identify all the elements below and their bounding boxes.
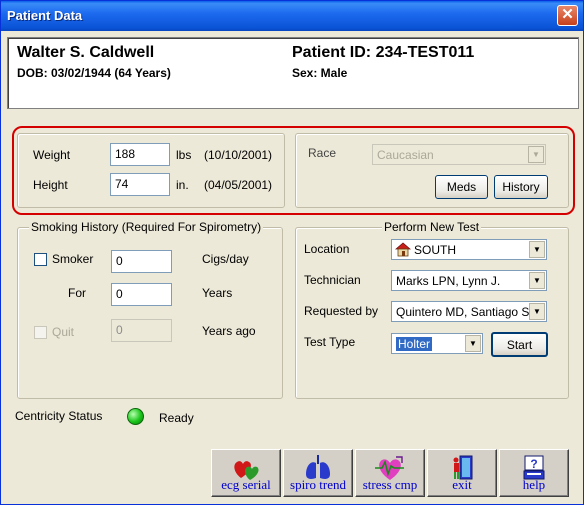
exit-label: exit xyxy=(452,477,472,492)
perform-test-group: Perform New Test Location SOUTH ▼ Techni… xyxy=(295,220,569,399)
exit-button[interactable]: exit xyxy=(427,449,497,497)
requested-by-value: Quintero MD, Santiago S xyxy=(396,305,530,319)
centricity-status-label: Centricity Status xyxy=(15,409,103,423)
cigs-per-day-unit: Cigs/day xyxy=(202,252,249,266)
cigs-per-day-field[interactable]: 0 xyxy=(111,250,172,273)
smoking-history-group: Smoking History (Required For Spirometry… xyxy=(17,220,283,399)
patient-id: Patient ID: 234-TEST011 xyxy=(292,44,475,61)
quit-years-unit: Years ago xyxy=(202,324,256,338)
technician-select[interactable]: Marks LPN, Lynn J. ▼ xyxy=(391,270,547,291)
ecg-serial-label: ecg serial xyxy=(221,477,271,492)
help-button[interactable]: ? help xyxy=(499,449,569,497)
patient-header: Walter S. Caldwell DOB: 03/02/1944 (64 Y… xyxy=(7,37,579,109)
title-bar[interactable]: Patient Data ✕ xyxy=(1,1,583,31)
patient-name: Walter S. Caldwell xyxy=(17,44,155,61)
test-type-select[interactable]: Holter ▼ xyxy=(391,333,483,354)
stress-cmp-button[interactable]: stress cmp xyxy=(355,449,425,497)
status-indicator-icon xyxy=(127,408,144,425)
quit-label: Quit xyxy=(52,325,75,339)
spiro-trend-button[interactable]: spiro trend xyxy=(283,449,353,497)
smoking-history-legend: Smoking History (Required For Spirometry… xyxy=(29,220,264,234)
technician-label: Technician xyxy=(304,273,361,287)
patient-data-window: Patient Data ✕ Walter S. Caldwell DOB: 0… xyxy=(0,0,584,505)
window-title: Patient Data xyxy=(7,8,83,23)
highlight-outline xyxy=(12,126,575,215)
smoker-checkbox[interactable] xyxy=(34,253,47,266)
centricity-status-value: Ready xyxy=(159,411,194,425)
smoker-label[interactable]: Smoker xyxy=(52,252,93,266)
requested-by-label: Requested by xyxy=(304,304,379,318)
chevron-down-icon[interactable]: ▼ xyxy=(529,272,545,289)
house-icon xyxy=(394,242,412,259)
close-icon: ✕ xyxy=(561,6,574,23)
location-label: Location xyxy=(304,242,350,256)
chevron-down-icon[interactable]: ▼ xyxy=(465,335,481,352)
chevron-down-icon[interactable]: ▼ xyxy=(529,303,545,320)
smoking-years-unit: Years xyxy=(202,286,233,300)
patient-sex: Sex: Male xyxy=(292,66,348,80)
close-button[interactable]: ✕ xyxy=(557,5,578,26)
smoking-years-field[interactable]: 0 xyxy=(111,283,172,306)
technician-value: Marks LPN, Lynn J. xyxy=(396,274,501,288)
location-value: SOUTH xyxy=(414,243,456,257)
quit-years-field: 0 xyxy=(111,319,172,342)
bottom-toolbar: ecg serial spiro trend stress cmp exit ?… xyxy=(211,449,573,499)
help-label: help xyxy=(522,477,546,492)
requested-by-select[interactable]: Quintero MD, Santiago S ▼ xyxy=(391,301,547,322)
start-button[interactable]: Start xyxy=(491,332,548,357)
test-type-label: Test Type xyxy=(304,335,356,349)
for-label: For xyxy=(68,286,86,300)
test-type-value: Holter xyxy=(396,337,433,351)
quit-checkbox xyxy=(34,326,47,339)
patient-dob: DOB: 03/02/1944 (64 Years) xyxy=(17,66,171,80)
perform-test-legend: Perform New Test xyxy=(382,220,482,234)
svg-text:?: ? xyxy=(530,457,537,471)
spiro-trend-label: spiro trend xyxy=(290,477,346,492)
stress-cmp-label: stress cmp xyxy=(362,477,418,492)
location-select[interactable]: SOUTH ▼ xyxy=(391,239,547,260)
ecg-serial-button[interactable]: ecg serial xyxy=(211,449,281,497)
chevron-down-icon[interactable]: ▼ xyxy=(529,241,545,258)
